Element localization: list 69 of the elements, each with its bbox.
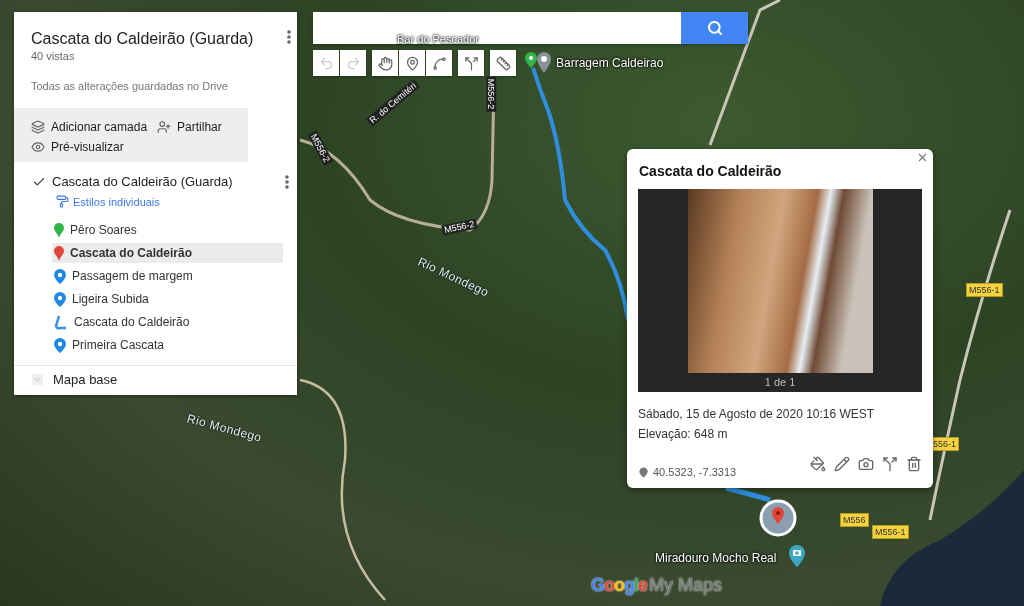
delete-button[interactable] (906, 456, 922, 472)
layer-title: Cascata do Caldeirão (Guarda) (52, 174, 234, 189)
elevation-text: Elevação: 648 m (638, 426, 729, 443)
ruler-icon (495, 55, 511, 71)
layer-item[interactable]: Pêro Soares (52, 220, 283, 240)
save-status: Todas as alterações guardadas no Drive (30, 79, 229, 94)
pan-tool-button[interactable] (372, 50, 398, 76)
road-sign: M556-1 (966, 283, 1003, 297)
marker-icon[interactable] (524, 52, 552, 74)
camera-marker-icon[interactable] (789, 545, 805, 567)
search-field[interactable] (313, 12, 681, 44)
fork-icon (463, 55, 479, 71)
close-icon (916, 151, 929, 164)
edit-button[interactable] (834, 456, 850, 472)
undo-icon (318, 55, 334, 71)
pin-icon (638, 466, 649, 478)
search-button[interactable] (681, 12, 748, 44)
map-title: Cascata do Caldeirão (Guarda) (31, 30, 254, 48)
road-sign: M556-1 (872, 525, 909, 539)
street-label: M556-2 (441, 218, 478, 236)
trash-icon (906, 456, 922, 472)
road-sign: M556 (840, 513, 869, 527)
hand-icon (377, 55, 393, 71)
draw-line-button[interactable] (426, 50, 452, 76)
preview-button[interactable]: Pré-visualizar (31, 140, 124, 154)
layers-icon (31, 120, 45, 134)
view-count: 40 vistas (31, 50, 76, 62)
style-link[interactable]: Estilos individuais (14, 189, 297, 208)
close-button[interactable] (916, 151, 929, 164)
add-person-icon (157, 120, 172, 134)
photo-counter: 1 de 1 (764, 376, 796, 388)
share-button[interactable]: Partilhar (157, 120, 222, 134)
logo: GoogleMy Maps (591, 575, 723, 596)
add-marker-button[interactable] (399, 50, 425, 76)
pencil-icon (834, 456, 850, 472)
route-line (725, 485, 771, 503)
layer-item[interactable]: Cascata do Caldeirão (52, 312, 283, 332)
pin-icon (404, 55, 420, 71)
directions-button[interactable] (882, 456, 898, 472)
layer-options-button[interactable] (285, 174, 289, 189)
popup-title: Cascata do Caldeirão (639, 163, 783, 179)
place-label: Barragem Caldeirao (556, 56, 664, 70)
paint-bucket-icon (810, 456, 826, 472)
layer-item[interactable]: Cascata do Caldeirão (52, 243, 283, 263)
date-text: Sábado, 15 de Agosto de 2020 10:16 WEST (638, 406, 876, 423)
camera-icon (858, 456, 874, 472)
street-label: M556-2 (486, 76, 497, 112)
layer-item[interactable]: Passagem de margem (52, 266, 283, 286)
measure-button[interactable] (490, 50, 516, 76)
coordinates-text: 40.5323, -7.3313 (653, 466, 737, 478)
paint-roller-icon (56, 195, 69, 208)
layer-item[interactable]: Ligeira Subida (52, 289, 283, 309)
place-label: Bar do Pescador (397, 33, 479, 45)
satellite-map[interactable] (0, 0, 1024, 606)
place-label: Miradouro Mocho Real (655, 551, 777, 565)
fork-icon (882, 456, 898, 472)
selected-marker-icon[interactable] (759, 499, 797, 537)
search-icon (706, 20, 723, 36)
directions-button[interactable] (458, 50, 484, 76)
eye-icon (31, 140, 45, 154)
more-icon (285, 174, 289, 189)
redo-icon (345, 55, 361, 71)
more-icon (287, 30, 291, 44)
add-layer-button[interactable]: Adicionar camada (31, 120, 148, 134)
layer-item[interactable]: Primeira Cascata (52, 335, 283, 355)
add-photo-button[interactable] (858, 456, 874, 472)
base-map-label[interactable]: Mapa base (53, 372, 118, 387)
line-icon (431, 55, 447, 71)
style-button[interactable] (810, 456, 826, 472)
